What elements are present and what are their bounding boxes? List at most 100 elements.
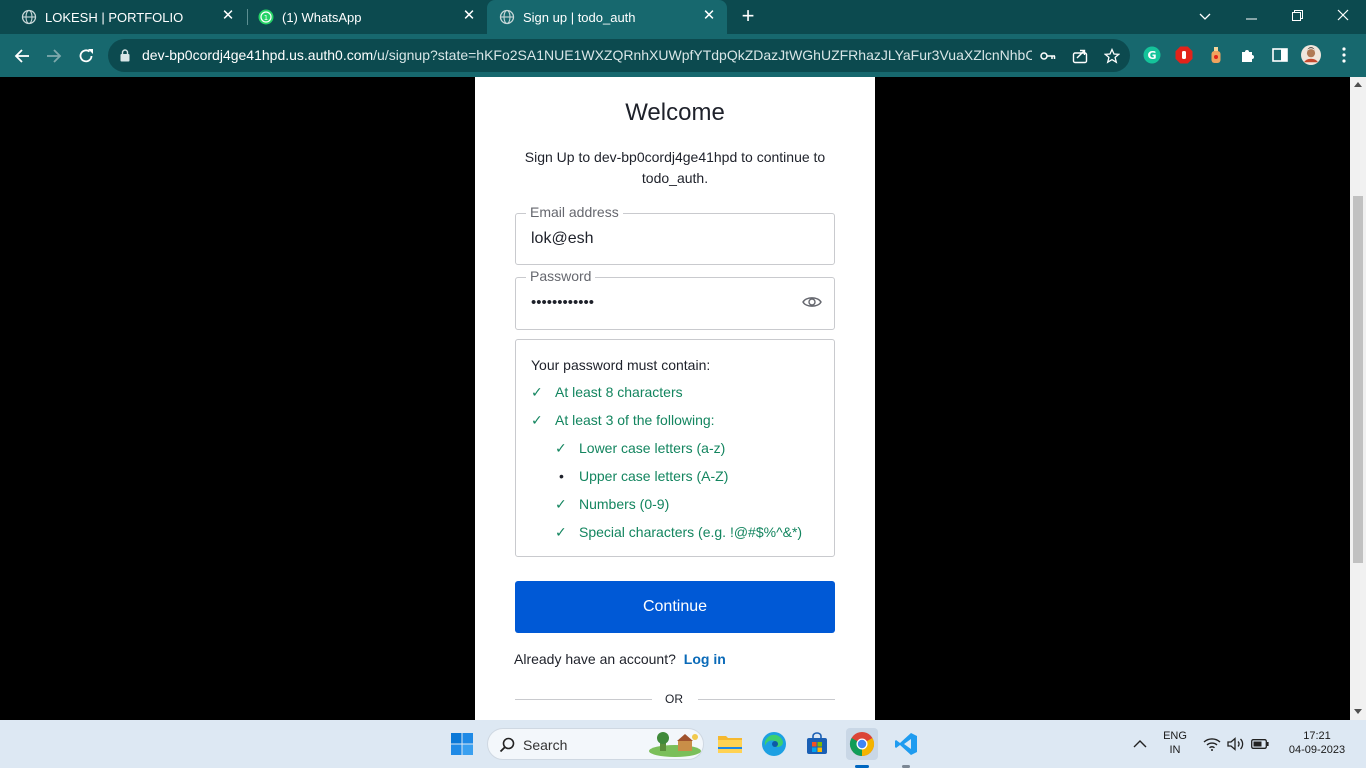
whatsapp-icon: 1 xyxy=(258,9,274,25)
rule-three-of: ✓ At least 3 of the following: xyxy=(531,412,715,429)
url-text: dev-bp0cordj4ge41hpd.us.auth0.com/u/sign… xyxy=(142,47,1032,63)
check-icon: ✓ xyxy=(555,524,567,540)
lock-icon[interactable] xyxy=(120,49,130,67)
login-link[interactable]: Log in xyxy=(684,651,726,667)
rule-text: At least 8 characters xyxy=(555,384,683,400)
show-hidden-icons-chevron-icon[interactable] xyxy=(1126,730,1154,758)
new-tab-button[interactable]: + xyxy=(737,5,759,28)
back-button[interactable] xyxy=(8,42,36,70)
check-icon: ✓ xyxy=(555,496,567,512)
page-scrollbar[interactable] xyxy=(1350,77,1366,720)
close-tab-icon[interactable]: ✕ xyxy=(701,8,717,24)
vscode-icon[interactable] xyxy=(892,730,920,758)
divider-left xyxy=(515,699,652,700)
check-icon: ✓ xyxy=(555,440,567,456)
address-bar[interactable]: dev-bp0cordj4ge41hpd.us.auth0.com/u/sign… xyxy=(108,39,1130,72)
forward-button[interactable] xyxy=(40,42,68,70)
url-host: dev-bp0cordj4ge41hpd.us.auth0.com xyxy=(142,47,374,63)
rule-numbers: ✓ Numbers (0-9) xyxy=(555,496,669,513)
show-password-eye-icon[interactable] xyxy=(802,295,822,314)
back-arrow-icon xyxy=(14,49,29,63)
reload-icon xyxy=(79,49,93,63)
battery-icon[interactable] xyxy=(1246,730,1274,758)
microsoft-store-icon[interactable] xyxy=(803,730,831,758)
windows-taskbar: Search ENG IN 17:21 04-09-2023 xyxy=(0,720,1366,768)
tab-title: LOKESH | PORTFOLIO xyxy=(45,9,184,25)
region-code: IN xyxy=(1169,744,1181,756)
email-value[interactable]: lok@esh xyxy=(531,230,594,248)
extensions-puzzle-icon[interactable] xyxy=(1238,45,1258,65)
rule-min-length: ✓ At least 8 characters xyxy=(531,384,683,401)
reload-button[interactable] xyxy=(72,42,100,70)
already-text: Already have an account? xyxy=(514,651,676,667)
restore-button[interactable] xyxy=(1274,0,1320,34)
file-explorer-icon[interactable] xyxy=(716,730,744,758)
adblock-icon[interactable] xyxy=(1174,45,1194,65)
taskbar-search-box[interactable]: Search xyxy=(487,728,704,760)
email-label: Email address xyxy=(526,204,623,220)
tab-search-chevron-icon[interactable] xyxy=(1182,0,1228,34)
search-highlight-icon xyxy=(648,731,702,762)
svg-text:G: G xyxy=(1147,49,1156,62)
page-viewport: Welcome Sign Up to dev-bp0cordj4ge41hpd … xyxy=(0,77,1350,720)
page-title: Welcome xyxy=(625,99,725,126)
login-prompt: Already have an account? Log in xyxy=(514,651,726,667)
language-code: ENG xyxy=(1163,730,1187,742)
minimize-button[interactable] xyxy=(1228,0,1274,34)
tab-whatsapp[interactable]: 1 (1) WhatsApp ✕ xyxy=(237,0,487,34)
rule-text: Numbers (0-9) xyxy=(579,496,670,512)
edge-browser-icon[interactable] xyxy=(760,730,788,758)
clock[interactable]: 17:21 04-09-2023 xyxy=(1284,730,1350,756)
continue-button[interactable]: Continue xyxy=(515,581,835,633)
grammarly-icon[interactable]: G xyxy=(1142,45,1162,65)
tab-title: Sign up | todo_auth xyxy=(523,9,636,25)
tab-title: (1) WhatsApp xyxy=(282,9,362,25)
rule-text: Upper case letters (A-Z) xyxy=(579,468,729,484)
close-tab-icon[interactable]: ✕ xyxy=(220,8,236,24)
password-value[interactable]: •••••••••••• xyxy=(531,294,594,311)
tab-strip: LOKESH | PORTFOLIO ✕ 1 (1) WhatsApp ✕ Si… xyxy=(0,0,1366,34)
svg-text:1: 1 xyxy=(264,14,268,22)
chrome-menu-icon[interactable] xyxy=(1334,45,1354,65)
rule-text: At least 3 of the following: xyxy=(555,412,715,428)
requirements-heading: Your password must contain: xyxy=(531,357,711,373)
scroll-thumb[interactable] xyxy=(1353,196,1363,563)
close-window-button[interactable] xyxy=(1320,0,1366,34)
clock-date: 04-09-2023 xyxy=(1288,744,1346,756)
or-divider-label: OR xyxy=(665,692,683,706)
clock-time: 17:21 xyxy=(1303,730,1331,742)
check-icon: ✓ xyxy=(531,384,543,400)
tab-portfolio[interactable]: LOKESH | PORTFOLIO ✕ xyxy=(0,0,246,34)
page-subtitle: Sign Up to dev-bp0cordj4ge41hpd to conti… xyxy=(524,149,826,186)
side-panel-icon[interactable] xyxy=(1270,45,1290,65)
scroll-down-icon[interactable] xyxy=(1354,709,1362,714)
search-icon xyxy=(499,737,515,758)
scroll-up-icon[interactable] xyxy=(1354,82,1362,87)
key-icon[interactable] xyxy=(1038,46,1058,66)
share-icon[interactable] xyxy=(1070,46,1090,66)
password-field[interactable]: Password •••••••••••• xyxy=(515,268,835,330)
bullet-icon: • xyxy=(559,468,564,484)
windows-start-icon[interactable] xyxy=(448,730,476,758)
forward-arrow-icon xyxy=(47,49,62,63)
rule-text: Special characters (e.g. !@#$%^&*) xyxy=(579,524,803,540)
check-icon: ✓ xyxy=(531,412,543,428)
password-requirements: Your password must contain: ✓ At least 8 … xyxy=(515,339,835,557)
language-indicator[interactable]: ENG IN xyxy=(1160,730,1190,756)
divider-right xyxy=(698,699,835,700)
bookmark-star-icon[interactable] xyxy=(1102,46,1122,66)
email-field[interactable]: Email address lok@esh xyxy=(515,204,835,265)
close-tab-icon[interactable]: ✕ xyxy=(461,8,477,24)
rule-lowercase: ✓ Lower case letters (a-z) xyxy=(555,440,725,457)
profile-avatar[interactable] xyxy=(1301,45,1321,65)
extension-bottle-icon[interactable] xyxy=(1206,45,1226,65)
url-path: /u/signup?state=hKFo2SA1NUE1WXZQRnhXUWpf… xyxy=(373,47,1032,63)
password-label: Password xyxy=(526,268,596,284)
chrome-taskbar-icon[interactable] xyxy=(846,728,878,760)
globe-icon xyxy=(21,9,37,25)
browser-toolbar: dev-bp0cordj4ge41hpd.us.auth0.com/u/sign… xyxy=(0,34,1366,77)
rule-text: Lower case letters (a-z) xyxy=(579,440,726,456)
tab-signup[interactable]: Sign up | todo_auth ✕ xyxy=(487,0,727,34)
rule-special: ✓ Special characters (e.g. !@#$%^&*) xyxy=(555,524,802,541)
rule-uppercase: • Upper case letters (A-Z) xyxy=(555,468,728,484)
